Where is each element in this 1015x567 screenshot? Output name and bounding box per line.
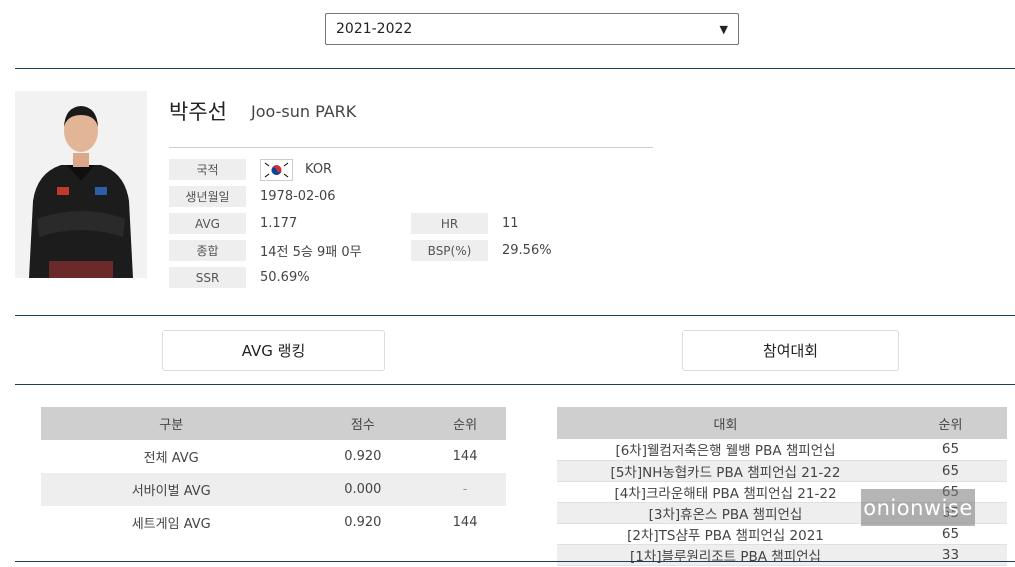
birth-label: 생년월일: [169, 186, 246, 207]
column-header: 순위: [894, 407, 1007, 439]
divider-tabs: [15, 384, 1015, 385]
birth-value: 1978-02-06: [260, 189, 336, 204]
column-header: 순위: [424, 407, 506, 440]
avg-label: AVG: [169, 213, 246, 234]
player-photo-illustration: [15, 91, 147, 278]
tournament-rank: 65: [894, 460, 1007, 482]
tournament-name-link[interactable]: [6차]웰컴저축은행 웰뱅 PBA 챔피언십: [557, 439, 894, 461]
column-header: 대회: [557, 407, 894, 439]
player-name-english: Joo-sun PARK: [251, 102, 357, 121]
tournament-name-link[interactable]: [2차]TS샴푸 PBA 챔피언십 2021: [557, 523, 894, 545]
tournament-name-link[interactable]: [5차]NH농협카드 PBA 챔피언십 21-22: [557, 460, 894, 482]
table-row: 전체 AVG 0.920 144: [41, 440, 506, 473]
nationality-value: KOR: [305, 162, 333, 177]
column-header: 구분: [41, 407, 302, 440]
ssr-label: SSR: [169, 267, 246, 288]
table-cell: 세트게임 AVG: [131, 517, 211, 532]
table-row[interactable]: [5차]NH농협카드 PBA 챔피언십 21-22 65: [557, 460, 1007, 482]
nationality-label: 국적: [169, 159, 246, 180]
tournament-name-link[interactable]: [4차]크라운해태 PBA 챔피언십 21-22: [557, 481, 894, 503]
table-row[interactable]: [2차]TS샴푸 PBA 챔피언십 2021 65: [557, 523, 1007, 545]
tab-avg-ranking[interactable]: AVG 랭킹: [162, 330, 385, 371]
table-cell: 0.920: [344, 449, 382, 464]
player-photo: [15, 91, 147, 278]
hr-label: HR: [411, 213, 488, 234]
avg-ranking-table: 구분 점수 순위 전체 AVG 0.920 144 서바이벌 AVG 0.000…: [41, 407, 506, 539]
avg-value: 1.177: [260, 216, 298, 231]
tournament-table: 대회 순위 [6차]웰컴저축은행 웰뱅 PBA 챔피언십 65 [5차]NH농협…: [557, 407, 1007, 566]
table-cell: 서바이벌 AVG: [41, 473, 302, 506]
tab-tournaments[interactable]: 참여대회: [682, 330, 899, 371]
table-row[interactable]: [6차]웰컴저축은행 웰뱅 PBA 챔피언십 65: [557, 439, 1007, 461]
season-select[interactable]: 2021-2022 ▼: [325, 13, 739, 45]
record-value: 14전 5승 9패 0무: [260, 245, 362, 260]
record-label: 종합: [169, 240, 246, 261]
table-row: 세트게임 AVG 0.920 144: [41, 506, 506, 539]
hr-value: 11: [502, 216, 519, 231]
table-cell: 144: [452, 515, 478, 530]
ssr-value: 50.69%: [260, 270, 310, 285]
table-cell: 전체 AVG: [143, 451, 199, 466]
divider-top: [15, 68, 1015, 69]
table-cell: 0.920: [344, 515, 382, 530]
korea-flag-icon: [260, 159, 293, 181]
table-header-row: 구분 점수 순위: [41, 407, 506, 440]
table-cell: 0.000: [301, 473, 425, 506]
tournament-rank: 65: [894, 439, 1007, 461]
table-cell: -: [424, 473, 506, 506]
chevron-down-icon: ▼: [719, 22, 728, 36]
divider-middle: [15, 315, 1015, 316]
divider-bottom: [15, 561, 1015, 562]
table-header-row: 대회 순위: [557, 407, 1007, 439]
tournament-rank: 65: [894, 523, 1007, 545]
column-header: 점수: [301, 407, 425, 440]
table-row: 서바이벌 AVG 0.000 -: [41, 473, 506, 506]
season-select-value: 2021-2022: [336, 21, 413, 37]
watermark: onionwise: [861, 489, 975, 526]
tournament-name-link[interactable]: [3차]휴온스 PBA 챔피언십: [557, 502, 894, 524]
table-cell: 144: [452, 449, 478, 464]
player-name-korean: 박주선: [169, 100, 227, 124]
name-divider: [169, 147, 653, 148]
bsp-value: 29.56%: [502, 243, 552, 258]
bsp-label: BSP(%): [411, 240, 488, 261]
